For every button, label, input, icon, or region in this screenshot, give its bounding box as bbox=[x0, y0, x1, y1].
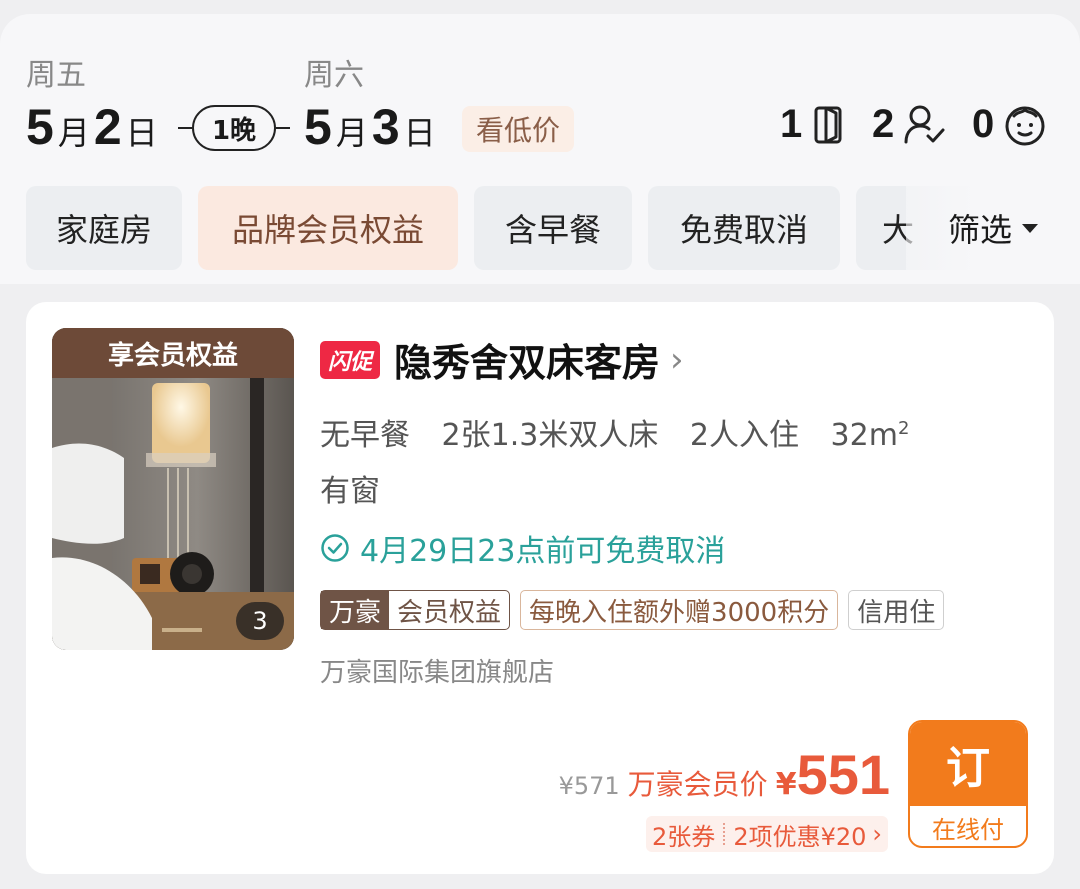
coupon-count: 2张券 bbox=[652, 822, 716, 851]
filter-chip-free-cancel[interactable]: 免费取消 bbox=[648, 186, 840, 270]
adult-count: 2 bbox=[872, 102, 895, 146]
filter-chip-family-room[interactable]: 家庭房 bbox=[26, 186, 182, 270]
currency-symbol: ¥ bbox=[775, 767, 797, 802]
brand-tag: 万豪 会员权益 bbox=[320, 590, 511, 630]
divider bbox=[723, 823, 726, 845]
check-circle-icon bbox=[321, 534, 349, 562]
checkin-date[interactable]: 5 月 2 日 bbox=[26, 98, 162, 156]
breakfast-info: 无早餐 bbox=[320, 418, 410, 453]
filter-chip-breakfast[interactable]: 含早餐 bbox=[474, 186, 632, 270]
price-value: 551 bbox=[796, 743, 890, 806]
adult-count-selector[interactable]: 2 bbox=[872, 102, 946, 147]
child-icon bbox=[1005, 106, 1045, 145]
checkin-month: 5 bbox=[26, 99, 54, 155]
room-count: 1 bbox=[780, 102, 803, 146]
chevron-right-icon: › bbox=[670, 339, 684, 380]
window-info: 有窗 bbox=[320, 474, 380, 509]
occupancy-info: 2人入住 bbox=[689, 418, 799, 453]
book-button[interactable]: 订 在线付 bbox=[908, 720, 1028, 848]
book-label: 订 bbox=[910, 722, 1026, 806]
door-icon bbox=[814, 106, 842, 143]
caret-down-icon bbox=[1022, 223, 1038, 233]
nights-count: 1晚 bbox=[192, 105, 276, 151]
chevron-right-icon: › bbox=[872, 820, 882, 848]
checkout-month-unit: 月 bbox=[335, 114, 368, 152]
points-tag: 每晚入住额外赠3000积分 bbox=[520, 590, 839, 630]
discount-info: 2项优惠¥20 bbox=[733, 822, 867, 851]
child-count-selector[interactable]: 0 bbox=[972, 102, 1048, 147]
room-tags: 万豪 会员权益 每晚入住额外赠3000积分 信用住 bbox=[320, 590, 954, 630]
checkout-month: 5 bbox=[304, 99, 332, 155]
price-row: ¥571 万豪会员价 ¥ 551 bbox=[559, 742, 890, 807]
checkout-date[interactable]: 5 月 3 日 bbox=[304, 98, 440, 156]
brand-benefit: 会员权益 bbox=[397, 597, 502, 628]
room-card[interactable]: 享会员权益 3 闪促 隐秀舍双床客房 › 无早餐 2张1.3米双人床 2人入住 … bbox=[26, 302, 1054, 874]
bed-info: 2张1.3米双人床 bbox=[441, 418, 659, 453]
checkin-day: 2 bbox=[93, 99, 122, 155]
checkin-weekday: 周五 bbox=[26, 58, 86, 93]
brand-name: 万豪 bbox=[321, 591, 390, 629]
room-count-selector[interactable]: 1 bbox=[780, 102, 846, 147]
room-title-row[interactable]: 闪促 隐秀舍双床客房 › bbox=[320, 332, 684, 387]
member-benefit-badge: 享会员权益 bbox=[52, 328, 294, 378]
checkin-month-unit: 月 bbox=[57, 114, 90, 152]
credit-tag: 信用住 bbox=[848, 590, 945, 630]
filter-chip-brand-member[interactable]: 品牌会员权益 bbox=[198, 186, 458, 270]
room-name: 隐秀舍双床客房 bbox=[394, 341, 661, 385]
filter-label: 筛选 bbox=[947, 211, 1012, 249]
photo-count-badge: 3 bbox=[236, 602, 284, 640]
checkout-weekday: 周六 bbox=[304, 58, 364, 93]
free-cancel-info: 4月29日23点前可免费取消 bbox=[320, 526, 725, 570]
low-price-button[interactable]: 看低价 bbox=[462, 106, 575, 152]
child-count: 0 bbox=[972, 102, 995, 146]
original-price: ¥571 bbox=[558, 772, 620, 800]
checkout-day-unit: 日 bbox=[403, 114, 436, 152]
flash-sale-tag: 闪促 bbox=[320, 340, 381, 379]
member-price-label: 万豪会员价 bbox=[627, 768, 768, 801]
area-info: 32m2 bbox=[830, 418, 910, 453]
promo-details[interactable]: 2张券 2项优惠¥20 › bbox=[646, 816, 888, 852]
room-photo[interactable]: 享会员权益 3 bbox=[52, 328, 294, 650]
checkout-day: 3 bbox=[371, 99, 400, 155]
pay-online-label: 在线付 bbox=[932, 815, 1004, 844]
filter-button[interactable]: 筛选 bbox=[906, 186, 1080, 270]
free-cancel-text: 4月29日23点前可免费取消 bbox=[360, 534, 726, 569]
room-specs: 无早餐 2张1.3米双人床 2人入住 32m2 bbox=[320, 410, 909, 454]
adult-icon bbox=[904, 105, 945, 143]
checkin-day-unit: 日 bbox=[125, 114, 158, 152]
nights-indicator: 1晚 bbox=[178, 104, 290, 152]
store-name: 万豪国际集团旗舰店 bbox=[320, 658, 555, 688]
